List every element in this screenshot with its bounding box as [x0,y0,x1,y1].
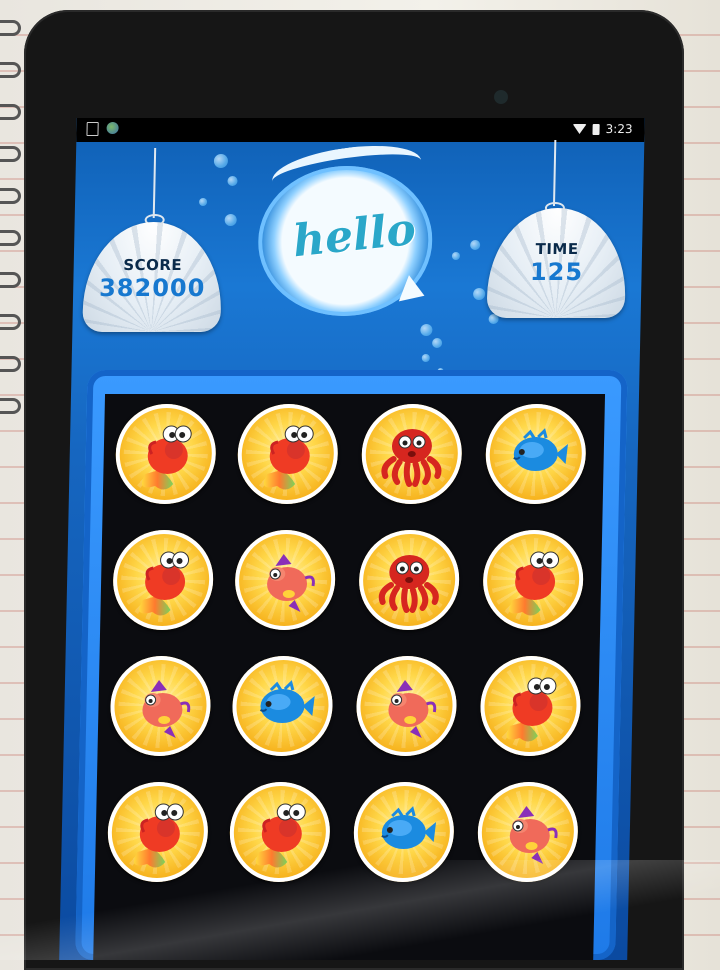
goldfish-icon [141,425,192,490]
tile-goldfish[interactable] [106,782,209,882]
pinkfish-icon [267,554,315,612]
time-shell-string [552,140,557,206]
bubble [213,154,229,168]
tile-pinkfish[interactable] [109,656,212,756]
goldfish-icon [506,677,557,742]
pinkfish-icon [142,680,191,738]
bubble [473,288,486,300]
wifi-icon [572,124,587,134]
battery-icon [592,123,600,135]
tile-octopus[interactable] [360,404,463,504]
front-camera [494,90,508,104]
pinkfish-icon [388,680,437,738]
globe-icon [106,122,119,134]
tile-pufferfish[interactable] [484,404,587,504]
status-bar: 3:23 [76,118,645,142]
pufferfish-icon [513,428,568,471]
time-plaque: TIME 125 [486,208,627,318]
bubble [227,176,238,186]
pufferfish-icon [259,680,315,723]
goldfish-icon [263,425,314,490]
score-shell-string [152,148,157,218]
game-board [93,394,606,960]
time-label: TIME [535,240,579,258]
tile-goldfish[interactable] [236,404,339,504]
tile-octopus[interactable] [358,530,461,630]
game-screen: 3:23 SCORE 382000 hello TIME 125 [59,118,645,960]
tile-pufferfish[interactable] [352,782,455,882]
bubble [198,198,208,206]
goldfish-icon [139,551,190,616]
bubble [451,252,461,260]
tile-pinkfish[interactable] [355,656,458,756]
tile-pinkfish[interactable] [476,782,579,882]
goldfish-icon [255,803,306,868]
goldfish-icon [133,803,184,868]
score-plaque: SCORE 382000 [82,222,223,332]
bubble [224,214,237,226]
notebook-spiral [0,20,22,414]
tile-goldfish[interactable] [114,404,217,504]
score-label: SCORE [123,256,183,274]
tile-pinkfish[interactable] [234,530,337,630]
tile-goldfish[interactable] [482,530,585,630]
time-value: 125 [529,258,584,286]
tile-goldfish[interactable] [228,782,331,882]
pufferfish-icon [381,806,437,849]
bubble [421,354,430,362]
score-value: 382000 [98,274,206,302]
pinkfish-icon [509,806,558,864]
bubble [420,324,433,336]
tile-goldfish[interactable] [112,530,215,630]
tile-goldfish[interactable] [479,656,582,756]
bubble [432,338,443,348]
octopus-icon [378,555,439,613]
bubble [470,240,481,250]
goldfish-icon [509,551,560,616]
octopus-icon [381,429,442,487]
status-clock: 3:23 [605,122,633,136]
download-doc-icon [86,122,99,136]
tile-pufferfish[interactable] [231,656,334,756]
